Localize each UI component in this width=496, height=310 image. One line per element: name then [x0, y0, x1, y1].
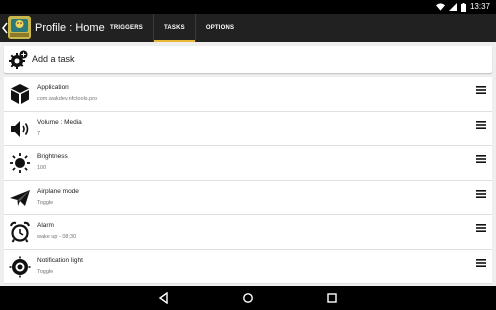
task-subtitle: 100: [37, 165, 47, 171]
page-title: Profile : Home: [35, 22, 105, 34]
task-item-application[interactable]: Application com.wakdev.nfctools.pro: [4, 77, 492, 112]
app-logo[interactable]: [8, 16, 31, 39]
tab-bar: TRIGGERS TASKS OPTIONS: [100, 14, 244, 42]
tab-options[interactable]: OPTIONS: [194, 14, 244, 42]
menu-icon[interactable]: [476, 120, 486, 130]
task-item-alarm[interactable]: Alarm wake up - 08:30: [4, 215, 492, 250]
task-item-notification-light[interactable]: Notification light Toggle: [4, 249, 492, 284]
menu-icon[interactable]: [476, 258, 486, 268]
task-item-volume[interactable]: Volume : Media 7: [4, 111, 492, 146]
sun-icon: [10, 153, 30, 173]
task-title: Brightness: [37, 153, 68, 160]
task-title: Volume : Media: [37, 118, 82, 126]
task-title: Alarm: [37, 222, 54, 229]
cube-icon: [11, 84, 29, 104]
nav-recents-icon[interactable]: [326, 292, 338, 304]
task-subtitle: Toggle: [37, 268, 54, 275]
menu-icon[interactable]: [476, 223, 486, 233]
task-title: Notification light: [37, 256, 83, 264]
notification-light-icon: [9, 256, 31, 277]
menu-icon[interactable]: [476, 189, 486, 199]
wifi-icon: [435, 3, 445, 11]
status-bar: 13:37: [0, 0, 496, 14]
status-icons: 13:37: [435, 2, 490, 12]
paper-plane-icon: [10, 189, 30, 206]
add-gear-icon: [9, 50, 28, 69]
task-title: Application: [37, 84, 69, 91]
nav-home-icon[interactable]: [242, 292, 254, 304]
add-task-label: Add a task: [32, 54, 75, 64]
task-item-airplane-mode[interactable]: Airplane mode Toggle: [4, 180, 492, 215]
app-bar: Profile : Home TRIGGERS TASKS OPTIONS: [0, 14, 496, 42]
status-time: 13:37: [469, 2, 490, 11]
task-subtitle: Toggle: [37, 199, 54, 206]
nav-back-icon[interactable]: [158, 292, 170, 304]
task-item-brightness[interactable]: Brightness 100: [4, 146, 492, 181]
menu-icon[interactable]: [476, 85, 486, 95]
menu-icon[interactable]: [476, 154, 486, 164]
task-list: Application com.wakdev.nfctools.pro Volu…: [4, 77, 492, 284]
battery-icon: [460, 2, 466, 12]
task-subtitle: wake up - 08:30: [37, 234, 77, 240]
task-subtitle: 7: [37, 130, 41, 137]
speaker-icon: [11, 120, 29, 137]
tab-triggers[interactable]: TRIGGERS: [100, 14, 153, 42]
navigation-bar: [0, 286, 496, 310]
add-task-button[interactable]: Add a task: [4, 46, 492, 73]
task-title: Airplane mode: [37, 187, 79, 195]
tab-tasks[interactable]: TASKS: [152, 14, 195, 42]
signal-icon: [448, 3, 457, 11]
alarm-clock-icon: [10, 221, 30, 243]
task-subtitle: com.wakdev.nfctools.pro: [37, 96, 98, 102]
